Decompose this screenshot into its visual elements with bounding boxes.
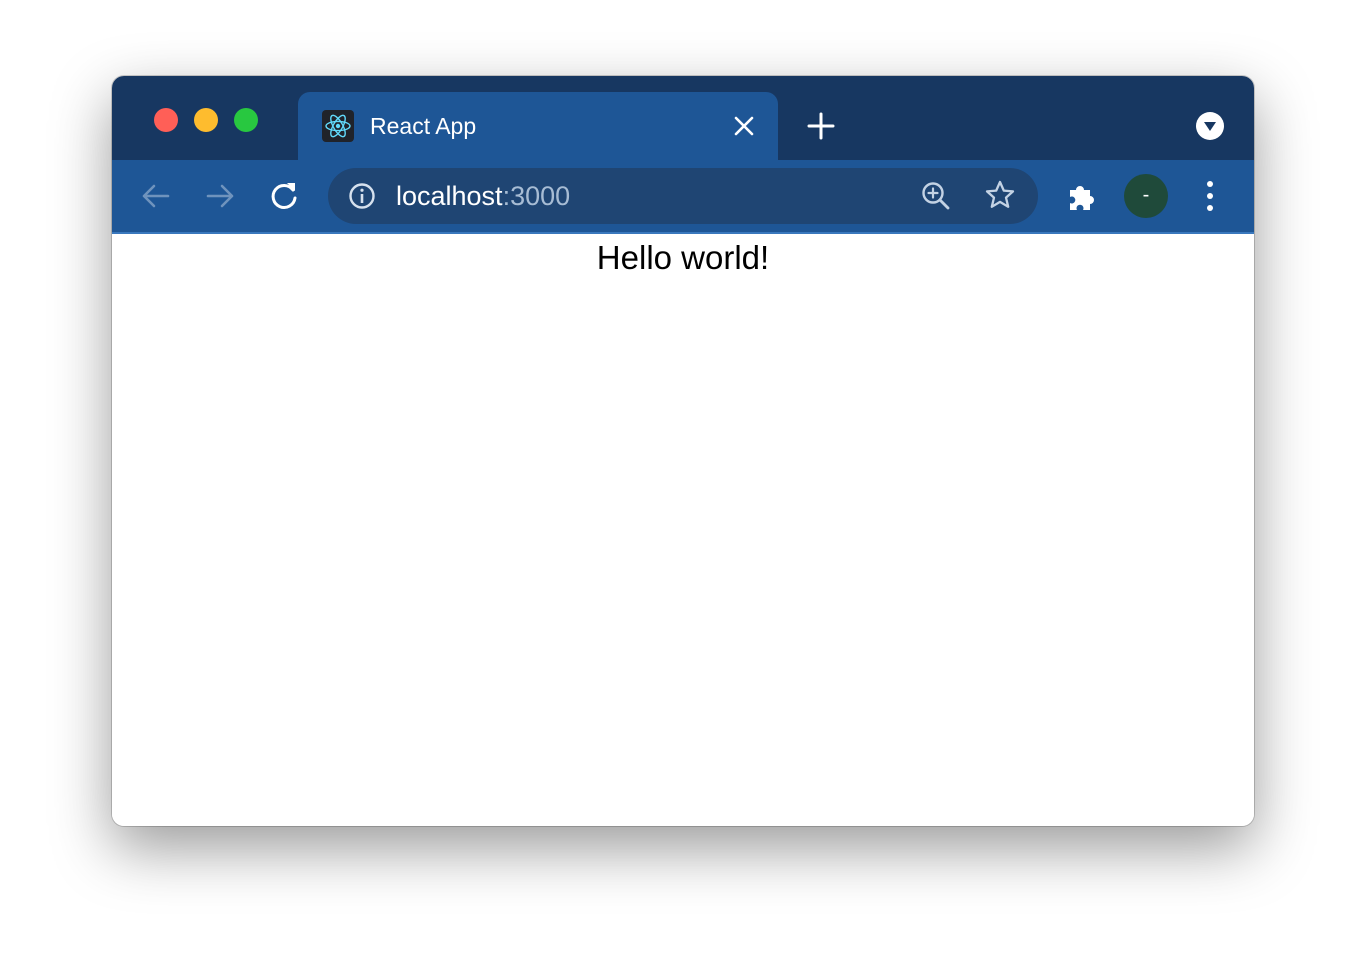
zoom-in-icon[interactable] bbox=[920, 180, 952, 212]
forward-button[interactable] bbox=[202, 178, 238, 214]
url-text[interactable]: localhost:3000 bbox=[396, 168, 570, 224]
kebab-menu-icon[interactable] bbox=[1196, 178, 1224, 214]
tab-title: React App bbox=[370, 113, 477, 139]
new-tab-button[interactable] bbox=[806, 111, 836, 141]
page-content: Hello world! bbox=[112, 234, 1254, 826]
url-host: localhost bbox=[396, 181, 503, 211]
info-icon[interactable] bbox=[348, 182, 376, 210]
address-bar[interactable]: localhost:3000 bbox=[328, 168, 1038, 224]
close-tab-icon[interactable] bbox=[732, 114, 756, 138]
chevron-down-icon bbox=[1204, 122, 1216, 131]
tab-strip: React App bbox=[112, 76, 1254, 162]
reload-icon bbox=[271, 183, 297, 209]
url-port: :3000 bbox=[502, 181, 571, 211]
arrow-right-icon bbox=[206, 184, 234, 208]
close-window-button[interactable] bbox=[154, 108, 178, 132]
browser-window: React App localhost:3000 - Hello world! bbox=[112, 76, 1254, 826]
maximize-window-button[interactable] bbox=[234, 108, 258, 132]
page-heading: Hello world! bbox=[596, 239, 770, 276]
profile-avatar[interactable]: - bbox=[1124, 174, 1168, 218]
star-icon[interactable] bbox=[984, 179, 1016, 211]
minimize-window-button[interactable] bbox=[194, 108, 218, 132]
tab-active[interactable]: React App bbox=[298, 92, 778, 162]
browser-toolbar: localhost:3000 - bbox=[112, 160, 1254, 234]
react-logo-icon bbox=[322, 110, 354, 142]
puzzle-icon[interactable] bbox=[1064, 180, 1098, 214]
back-button[interactable] bbox=[138, 178, 174, 214]
reload-button[interactable] bbox=[266, 178, 302, 214]
arrow-left-icon bbox=[142, 184, 170, 208]
tab-search-button[interactable] bbox=[1196, 112, 1224, 140]
